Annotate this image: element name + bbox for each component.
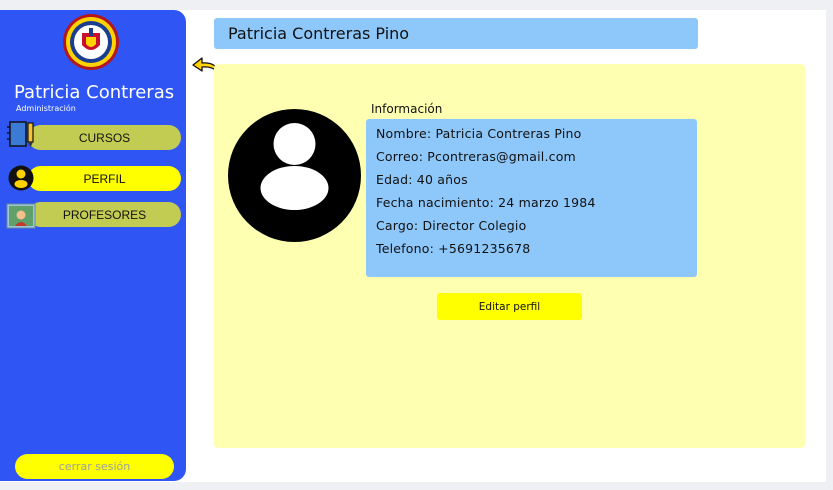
info-name: Nombre: Patricia Contreras Pino [376,126,582,141]
info-section-title: Información [371,102,443,116]
info-birthdate: Fecha nacimiento: 24 marzo 1984 [376,195,596,210]
school-logo [63,14,119,70]
sidebar-user-name: Patricia Contreras [14,82,175,103]
profile-avatar-icon [228,109,361,242]
info-phone: Telefono: +5691235678 [376,241,531,256]
user-icon [8,165,34,191]
info-age: Edad: 40 años [376,172,468,187]
sidebar-item-profesores[interactable]: PROFESORES [28,202,181,227]
sidebar-item-cursos[interactable]: CURSOS [28,125,181,150]
info-box: Nombre: Patricia Contreras Pino Correo: … [366,119,697,277]
sidebar-item-label: PROFESORES [62,207,147,222]
logout-button[interactable]: cerrar sesión [15,454,174,479]
notebook-pencil-icon [7,121,34,147]
sidebar-user-role: Administración [16,104,76,113]
sidebar-item-label: PERFIL [83,171,126,186]
sidebar-item-perfil[interactable]: PERFIL [28,166,181,191]
info-position: Cargo: Director Colegio [376,218,527,233]
edit-profile-button[interactable]: Editar perfil [437,293,582,320]
page-title: Patricia Contreras Pino [228,24,410,43]
info-email: Correo: Pcontreras@gmail.com [376,149,576,164]
teacher-board-icon [6,203,36,229]
sidebar: Patricia Contreras Administración CURSOS… [0,10,186,481]
page-title-bar: Patricia Contreras Pino [214,18,698,49]
sidebar-item-label: CURSOS [78,130,131,145]
